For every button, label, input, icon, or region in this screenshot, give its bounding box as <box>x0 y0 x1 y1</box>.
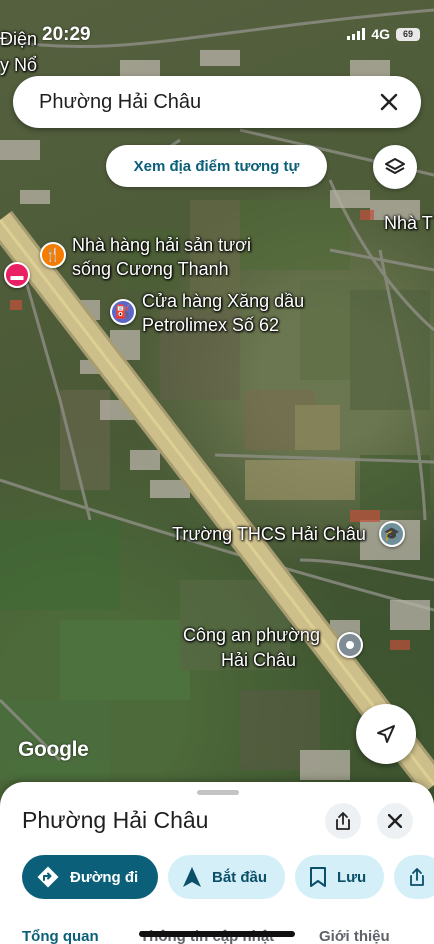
status-indicators: 4G 69 <box>347 26 420 42</box>
save-button[interactable]: Lưu <box>295 855 385 899</box>
restaurant-label-line2[interactable]: sống Cương Thanh <box>72 258 229 280</box>
place-sheet[interactable]: Phường Hải Châu Đường đi Bắt đầu Lưu Tổn… <box>0 782 434 944</box>
location-dot-icon <box>346 641 354 649</box>
police-pin[interactable] <box>337 632 363 658</box>
google-logo: Google <box>18 738 89 761</box>
gas-station-pin[interactable]: ⛽ <box>110 299 136 325</box>
battery-icon: 69 <box>396 27 420 41</box>
fuel-pump-icon: ⛽ <box>114 304 132 319</box>
status-time: 20:29 <box>42 24 91 45</box>
layers-icon <box>385 158 405 174</box>
navigation-arrow-icon <box>183 867 201 887</box>
restaurant-label-line1[interactable]: Nhà hàng hải sản tươi <box>72 234 251 256</box>
map-label-nha-t: Nhà T <box>384 213 433 233</box>
directions-label: Đường đi <box>70 868 139 886</box>
police-label-line2[interactable]: Hải Châu <box>221 649 296 671</box>
police-label-line1[interactable]: Công an phường <box>183 624 320 646</box>
home-indicator[interactable] <box>139 931 295 937</box>
fork-knife-icon: 🍴 <box>44 247 62 262</box>
gas-station-label-line1[interactable]: Cửa hàng Xăng dầu <box>142 290 304 312</box>
graduation-cap-icon: 🎓 <box>383 526 401 541</box>
bed-icon: ▬ <box>10 267 24 283</box>
similar-places-button[interactable]: Xem địa điểm tương tự <box>106 145 327 187</box>
share-icon <box>336 812 350 830</box>
place-title: Phường Hải Châu <box>22 807 209 833</box>
close-sheet-button[interactable] <box>377 803 413 839</box>
gas-station-label-line2[interactable]: Petrolimex Số 62 <box>142 314 279 336</box>
directions-button[interactable]: Đường đi <box>22 855 158 899</box>
save-label: Lưu <box>337 868 367 886</box>
share-icon <box>410 868 425 886</box>
map-label-y-no: y Nổ <box>0 55 38 75</box>
restaurant-pin[interactable]: 🍴 <box>40 242 66 268</box>
cellular-signal-icon <box>347 28 366 40</box>
share-button[interactable] <box>325 803 361 839</box>
map-label-dien: Điện <box>0 29 38 49</box>
close-icon[interactable] <box>375 88 403 116</box>
search-query[interactable]: Phường Hải Châu <box>39 91 375 114</box>
school-pin[interactable]: 🎓 <box>379 521 405 547</box>
directions-icon <box>37 866 59 888</box>
search-bar[interactable]: Phường Hải Châu <box>13 76 421 128</box>
tab-overview[interactable]: Tổng quan <box>22 928 99 944</box>
action-chips: Đường đi Bắt đầu Lưu <box>22 855 434 899</box>
school-label[interactable]: Trường THCS Hải Châu <box>172 523 366 545</box>
sheet-drag-handle[interactable] <box>197 790 239 795</box>
navigation-arrow-icon <box>377 725 395 743</box>
share-chip-button[interactable] <box>394 855 434 899</box>
close-icon <box>388 814 402 828</box>
network-type: 4G <box>371 26 390 42</box>
tab-about[interactable]: Giới thiệu <box>319 928 390 944</box>
start-button[interactable]: Bắt đầu <box>168 855 286 899</box>
hotel-pin[interactable]: ▬ <box>4 262 30 288</box>
layers-button[interactable] <box>373 145 417 189</box>
my-location-button[interactable] <box>356 704 416 764</box>
bookmark-icon <box>310 867 327 887</box>
start-label: Bắt đầu <box>212 868 268 886</box>
